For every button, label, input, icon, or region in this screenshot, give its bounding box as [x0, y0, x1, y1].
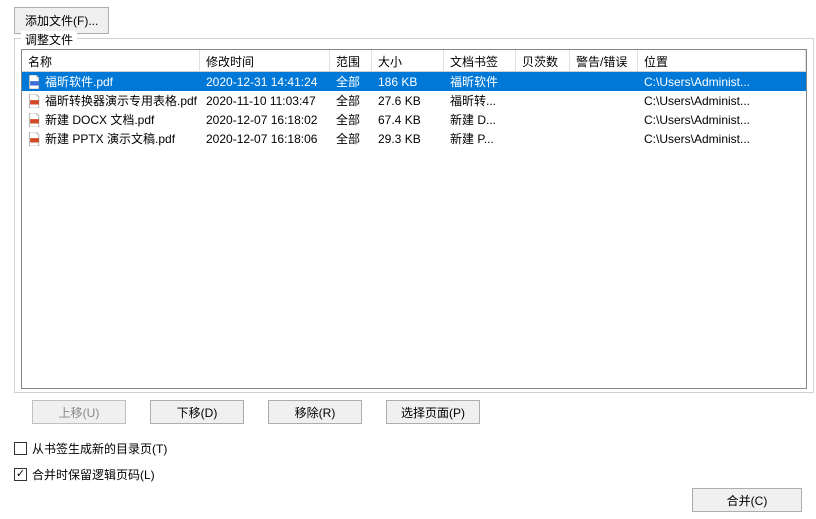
cell-size: 27.6 KB	[372, 92, 444, 110]
pdf-file-icon	[28, 75, 41, 89]
cell-location: C:\Users\Administ...	[638, 130, 806, 148]
cell-warn	[570, 137, 638, 141]
cell-scope: 全部	[330, 109, 372, 130]
cell-location: C:\Users\Administ...	[638, 73, 806, 91]
cell-size: 67.4 KB	[372, 111, 444, 129]
cell-location: C:\Users\Administ...	[638, 111, 806, 129]
cell-bates	[516, 118, 570, 122]
cell-bookmark: 福昕转...	[444, 90, 516, 111]
table-row[interactable]: 福昕软件.pdf2020-12-31 14:41:24全部186 KB福昕软件 C…	[22, 72, 806, 91]
cell-size: 29.3 KB	[372, 130, 444, 148]
col-header-size[interactable]: 大小	[372, 50, 444, 71]
preserve-logical-pages-option[interactable]: 合并时保留逻辑页码(L)	[14, 466, 155, 483]
col-header-bookmark[interactable]: 文档书签	[444, 50, 516, 71]
pdf-file-icon	[28, 94, 41, 108]
move-down-button[interactable]: 下移(D)	[150, 400, 244, 424]
preserve-logical-pages-checkbox[interactable]	[14, 468, 27, 481]
pdf-file-icon	[28, 113, 41, 127]
cell-mtime: 2020-11-10 11:03:47	[200, 92, 330, 110]
table-header: 名称 修改时间 范围 大小 文档书签 贝茨数 警告/错误 位置	[22, 50, 806, 72]
action-button-row: 上移(U) 下移(D) 移除(R) 选择页面(P)	[32, 400, 480, 424]
cell-size: 186 KB	[372, 73, 444, 91]
table-body: 福昕软件.pdf2020-12-31 14:41:24全部186 KB福昕软件C…	[22, 72, 806, 148]
cell-name: 新建 DOCX 文档.pdf	[22, 109, 200, 130]
cell-warn	[570, 118, 638, 122]
pdf-file-icon	[28, 132, 41, 146]
cell-warn	[570, 99, 638, 103]
table-row[interactable]: 新建 PPTX 演示文稿.pdf2020-12-07 16:18:06全部29.…	[22, 129, 806, 148]
cell-name: 福昕转换器演示专用表格.pdf	[22, 90, 200, 111]
adjust-files-groupbox: 调整文件 名称 修改时间 范围 大小 文档书签 贝茨数 警告/错误 位置 福昕软…	[14, 38, 814, 393]
cell-location: C:\Users\Administ...	[638, 92, 806, 110]
col-header-warn[interactable]: 警告/错误	[570, 50, 638, 71]
generate-toc-checkbox[interactable]	[14, 442, 27, 455]
generate-toc-option[interactable]: 从书签生成新的目录页(T)	[14, 440, 167, 457]
cell-bates	[516, 137, 570, 141]
cell-scope: 全部	[330, 90, 372, 111]
col-header-name[interactable]: 名称	[22, 50, 200, 71]
table-row[interactable]: 福昕转换器演示专用表格.pdf2020-11-10 11:03:47全部27.6…	[22, 91, 806, 110]
cell-mtime: 2020-12-07 16:18:02	[200, 111, 330, 129]
col-header-mtime[interactable]: 修改时间	[200, 50, 330, 71]
cell-mtime: 2020-12-31 14:41:24	[200, 73, 330, 91]
merge-button[interactable]: 合并(C)	[692, 488, 802, 512]
cell-mtime: 2020-12-07 16:18:06	[200, 130, 330, 148]
generate-toc-label: 从书签生成新的目录页(T)	[32, 440, 167, 457]
cell-bookmark: 新建 D...	[444, 109, 516, 130]
cell-name: 福昕软件.pdf	[22, 71, 200, 92]
cell-bates	[516, 80, 570, 84]
col-header-scope[interactable]: 范围	[330, 50, 372, 71]
col-header-bates[interactable]: 贝茨数	[516, 50, 570, 71]
cell-bookmark: 新建 P...	[444, 128, 516, 149]
cell-scope: 全部	[330, 71, 372, 92]
preserve-logical-pages-label: 合并时保留逻辑页码(L)	[32, 466, 155, 483]
col-header-location[interactable]: 位置	[638, 50, 806, 71]
groupbox-legend: 调整文件	[21, 31, 77, 48]
file-table: 名称 修改时间 范围 大小 文档书签 贝茨数 警告/错误 位置 福昕软件.pdf…	[21, 49, 807, 389]
select-pages-button[interactable]: 选择页面(P)	[386, 400, 480, 424]
remove-button[interactable]: 移除(R)	[268, 400, 362, 424]
cell-name: 新建 PPTX 演示文稿.pdf	[22, 128, 200, 149]
cell-bates	[516, 99, 570, 103]
cell-bookmark: 福昕软件	[444, 71, 516, 92]
move-up-button[interactable]: 上移(U)	[32, 400, 126, 424]
add-file-button[interactable]: 添加文件(F)...	[14, 7, 109, 34]
cell-scope: 全部	[330, 128, 372, 149]
table-row[interactable]: 新建 DOCX 文档.pdf2020-12-07 16:18:02全部67.4 …	[22, 110, 806, 129]
cell-warn	[570, 80, 638, 84]
